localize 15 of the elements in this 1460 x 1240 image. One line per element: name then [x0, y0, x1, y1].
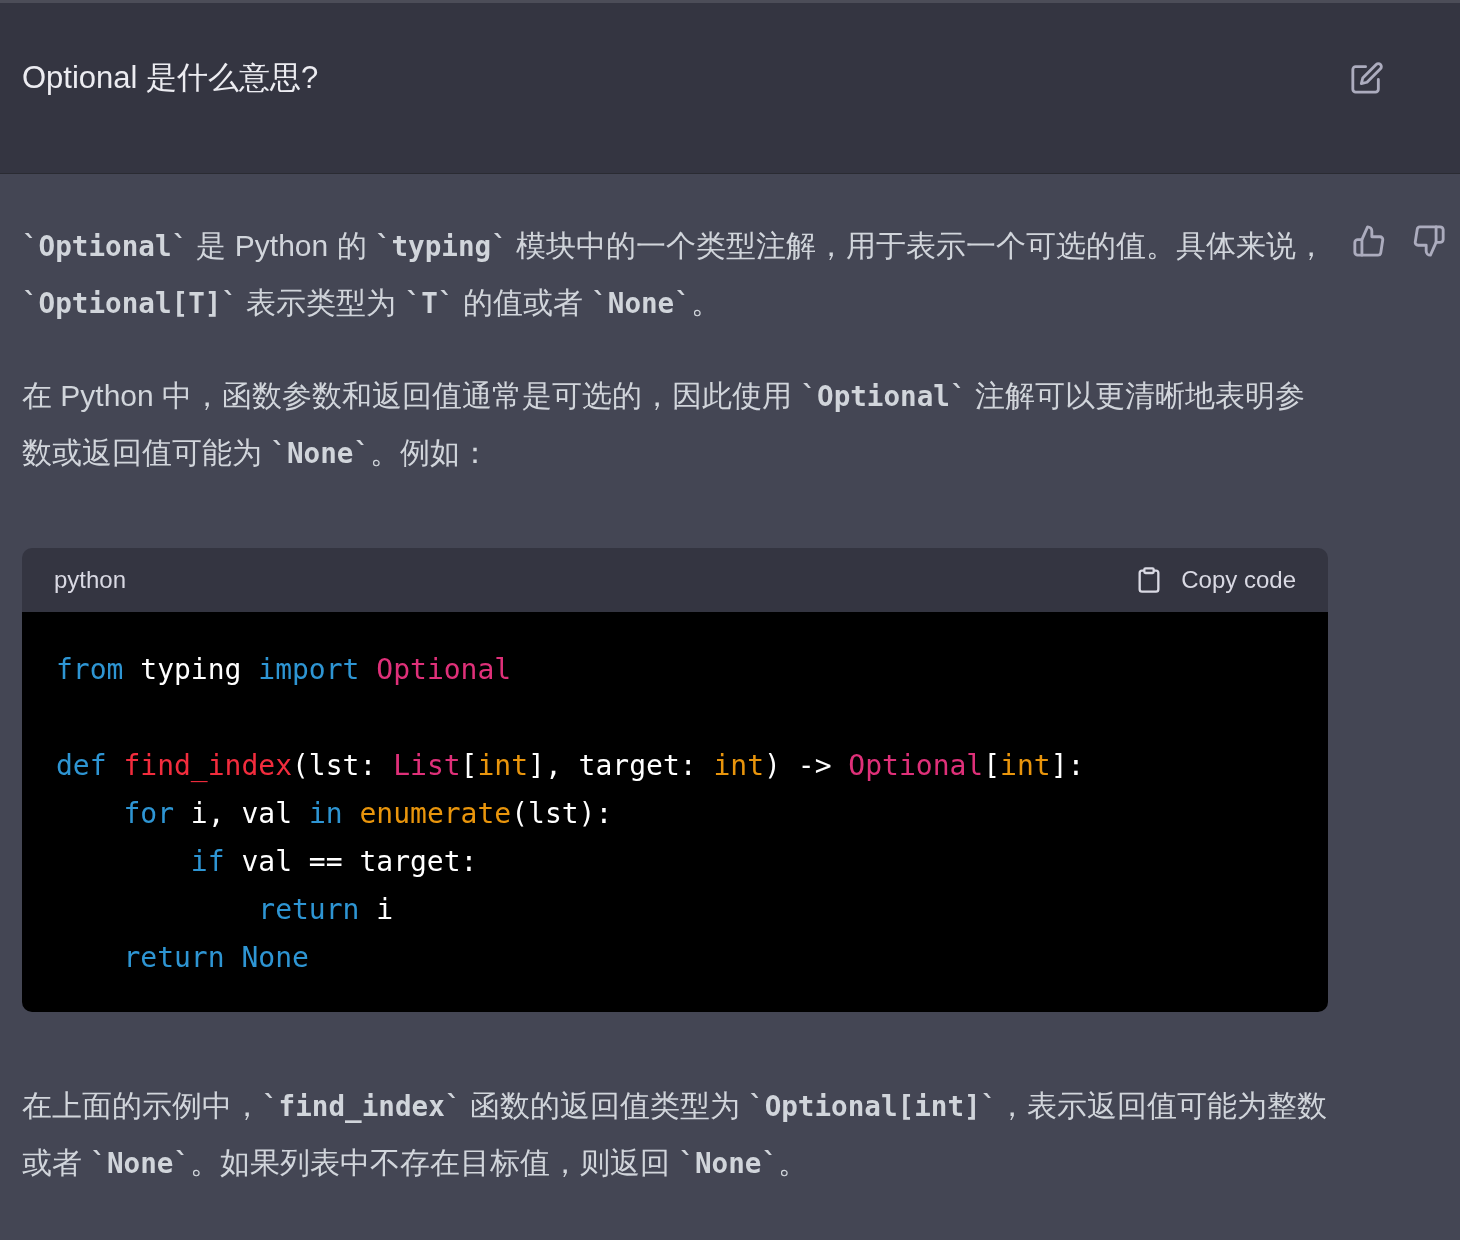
edit-icon[interactable] — [1350, 61, 1384, 95]
copy-code-button[interactable]: Copy code — [1135, 565, 1296, 595]
answer-paragraph: `Optional` 是 Python 的 `typing` 模块中的一个类型注解，用于表示一个可选的值。具体来说，`Optional[T]` 表示类型为 `T` 的值或者 `None`。 — [22, 228, 1328, 322]
answer-paragraph: 在上面的示例中，`find_index` 函数的返回值类型为 `Optional[int]`，表示返回值可能为整数或者 `None`。如果列表中不存在目标值，则返回 `None`。 — [22, 1088, 1328, 1182]
thumbs-up-icon[interactable] — [1352, 224, 1386, 258]
code-line: for i, val in enumerate(lst): — [122, 796, 614, 832]
code-line: from typing import Optional — [56, 652, 513, 688]
code-line: if val == target: — [189, 844, 479, 880]
code-line: def find_index(lst: List[int], target: int) -> Optional[int]: — [56, 748, 1086, 784]
code-line: return None — [122, 940, 310, 976]
thumbs-down-icon[interactable] — [1412, 224, 1446, 258]
answer-paragraph: 在 Python 中，函数参数和返回值通常是可选的，因此使用 `Optional` 注解可以更清晰地表明参数或返回值可能为 `None`。例如： — [22, 378, 1306, 472]
code-language: python — [54, 566, 127, 594]
code-line: return i — [257, 892, 395, 928]
question-text: Optional 是什么意思? — [22, 59, 319, 97]
